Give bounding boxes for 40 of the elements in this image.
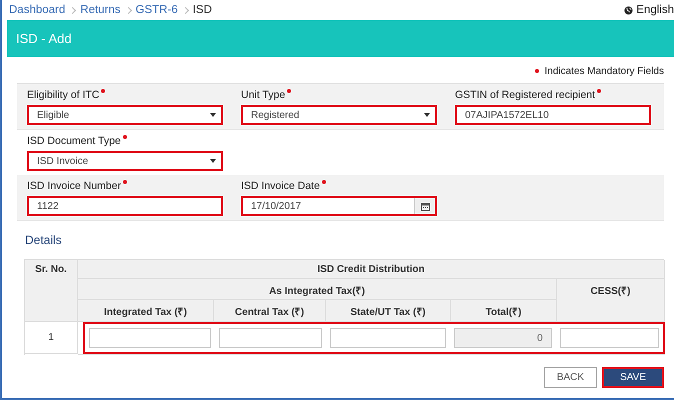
input-field[interactable]: 1122 (27, 196, 223, 216)
caret-icon (210, 113, 216, 117)
column-header: Central Tax (₹) (214, 300, 326, 322)
column-header: Sr. No. (25, 260, 78, 322)
section-heading: Details (24, 232, 63, 249)
dropdown[interactable]: Registered (241, 105, 437, 125)
dropdown[interactable]: ISD Invoice (27, 151, 223, 171)
caret-icon (424, 113, 430, 117)
column-header: Integrated Tax (₹) (78, 300, 214, 322)
column-header: As Integrated Tax(₹) (78, 279, 557, 300)
field-label: ISD Document Type (27, 135, 121, 148)
column-header: CESS(₹) (557, 279, 665, 322)
amount-input[interactable] (330, 328, 446, 348)
amount-input[interactable] (560, 328, 659, 348)
date-field[interactable]: 17/10/2017 (241, 196, 437, 216)
calendar-icon[interactable] (414, 198, 435, 214)
field-label: Eligibility of ITC (27, 89, 100, 102)
input-field[interactable]: 07AJIPA1572EL10 (455, 105, 651, 125)
dropdown[interactable]: Eligible (27, 105, 223, 125)
column-header: State/UT Tax (₹) (326, 300, 451, 322)
amount-input[interactable] (89, 328, 212, 348)
field-label: GSTIN of Registered recipient (455, 89, 596, 102)
field-label: ISD Invoice Date (241, 180, 320, 193)
language-selector[interactable]: English (636, 4, 674, 16)
breadcrumb-link[interactable]: Returns (80, 4, 121, 16)
save-button[interactable]: SAVE (602, 367, 664, 388)
globe-icon (624, 6, 634, 14)
breadcrumb-link[interactable]: Dashboard (9, 4, 66, 16)
field-label: ISD Invoice Number (27, 180, 121, 193)
table-cell: 1 (25, 322, 78, 354)
page-title: ISD - Add (16, 31, 72, 46)
column-header: Total(₹) (451, 300, 557, 322)
required-marker-icon (535, 69, 540, 73)
amount-input[interactable] (219, 328, 322, 348)
back-button[interactable]: BACK (544, 367, 598, 388)
caret-icon (210, 159, 216, 163)
mandatory-note: Indicates Mandatory Fields (544, 66, 664, 76)
field-label: Unit Type (241, 89, 286, 102)
breadcrumb-link[interactable]: GSTR-6 (136, 4, 178, 16)
column-header: ISD Credit Distribution (78, 260, 665, 279)
